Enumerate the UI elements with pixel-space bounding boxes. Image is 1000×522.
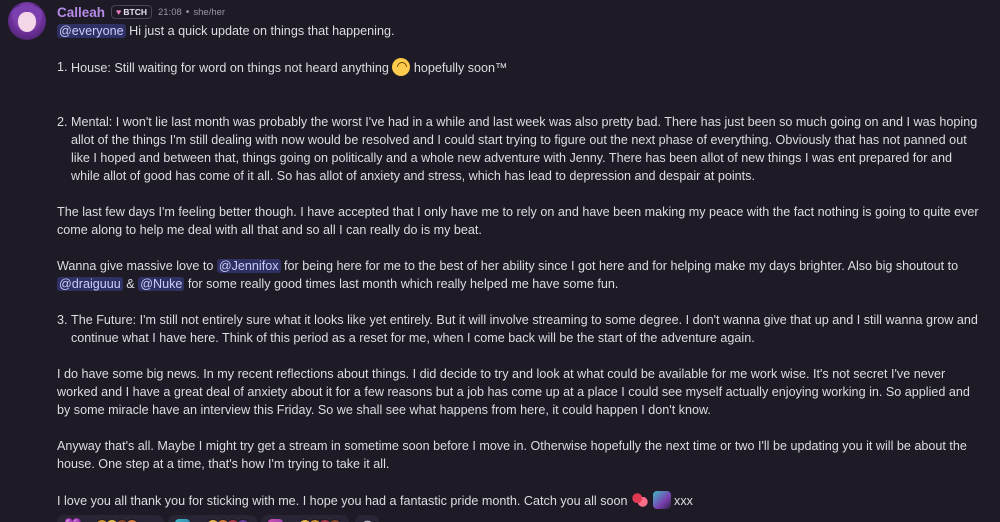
mention-draiguuu[interactable]: @draiguuu — [57, 277, 123, 291]
role-tag-label: BTCH — [123, 7, 147, 17]
username[interactable]: Calleah — [57, 5, 105, 20]
add-reaction-button[interactable] — [355, 515, 380, 522]
list-number: 1. — [57, 60, 68, 74]
love-amp: & — [122, 277, 139, 291]
paragraph-love: Wanna give massive love to @Jennifox for… — [57, 257, 984, 293]
love-mid: for being here for me to the best of her… — [280, 259, 959, 273]
closing-tail: xxx — [670, 494, 693, 508]
love-prefix: Wanna give massive love to — [57, 259, 217, 273]
paragraph-closing: I love you all thank you for sticking wi… — [57, 491, 984, 510]
item-future-text: The Future: I'm still not entirely sure … — [71, 313, 978, 345]
role-tag[interactable]: ♥ BTCH — [111, 5, 152, 19]
pronouns: she/her — [193, 6, 226, 18]
custom-avatar-teal-icon — [174, 518, 190, 522]
intro-text: Hi just a quick update on things that ha… — [125, 24, 395, 38]
item-house-tail: hopefully soon™ — [410, 61, 508, 75]
mention-jennifox[interactable]: @Jennifox — [216, 259, 281, 273]
message-header: Calleah ♥ BTCH 21:08 • she/her — [57, 0, 984, 22]
two-hearts-icon[interactable] — [631, 491, 650, 509]
list-item-mental: 2. Mental: I won't lie last month was pr… — [57, 113, 984, 185]
list-item-future: 3. The Future: I'm still not entirely su… — [57, 311, 984, 347]
custom-avatar-pink-icon — [267, 518, 283, 522]
reaction-purple-heart[interactable]: 💜 7 +3 — [57, 515, 164, 522]
timestamp[interactable]: 21:08 — [158, 7, 182, 18]
custom-avatar-icon[interactable] — [652, 491, 671, 509]
reaction-custom-teal[interactable]: 4 — [167, 515, 257, 522]
love-suffix: for some really good times last month wh… — [184, 277, 619, 291]
message: Calleah ♥ BTCH 21:08 • she/her @everyone… — [0, 0, 1000, 522]
separator: • — [184, 6, 191, 18]
reactions-bar: 💜 7 +3 4 4 — [57, 514, 984, 522]
upside-down-face-icon[interactable] — [392, 58, 411, 76]
reaction-custom-pink[interactable]: 4 — [260, 515, 350, 522]
avatar[interactable] — [8, 2, 46, 40]
list-item-house: 1. House: Still waiting for word on thin… — [57, 58, 984, 77]
paragraph-last-days: The last few days I'm feeling better tho… — [57, 205, 979, 237]
list-number: 3. — [57, 313, 68, 327]
item-mental-text: Mental: I won't lie last month was proba… — [71, 115, 978, 183]
paragraph-anyway: Anyway that's all. Maybe I might try get… — [57, 439, 967, 471]
mention-everyone[interactable]: @everyone — [57, 24, 126, 38]
intro-line: @everyone Hi just a quick update on thin… — [57, 22, 984, 40]
list-number: 2. — [57, 115, 68, 129]
message-content: @everyone Hi just a quick update on thin… — [57, 22, 984, 510]
closing-text: I love you all thank you for sticking wi… — [57, 494, 632, 508]
heart-icon: ♥ — [116, 7, 122, 17]
purple-heart-icon: 💜 — [64, 518, 81, 522]
mention-nuke[interactable]: @Nuke — [138, 277, 185, 291]
paragraph-news: I do have some big news. In my recent re… — [57, 367, 970, 417]
item-house-text: House: Still waiting for word on things … — [71, 61, 393, 75]
